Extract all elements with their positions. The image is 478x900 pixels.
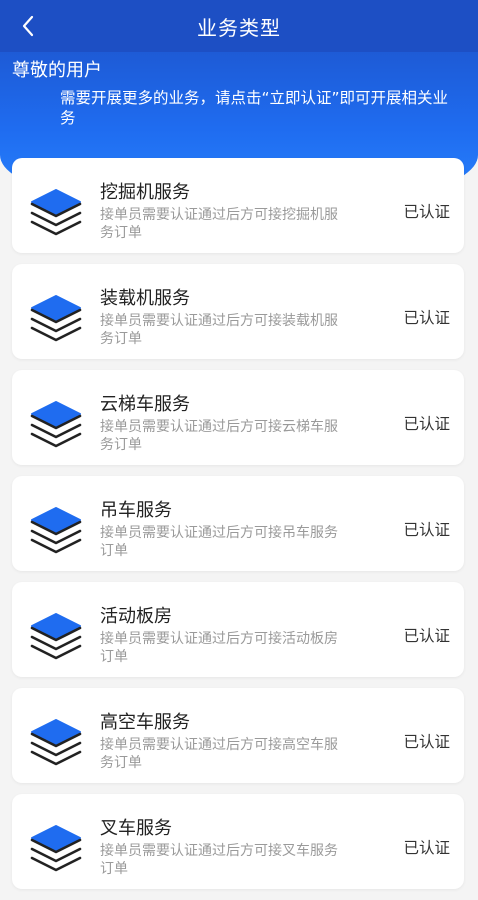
service-description: 接单员需要认证通过后方可接云梯车服务订单 [100,419,338,453]
service-title: 叉车服务 [100,818,172,839]
service-description: 接单员需要认证通过后方可接活动板房订单 [100,631,338,665]
back-button[interactable] [14,12,42,40]
certification-status: 已认证 [403,415,450,433]
layers-icon [30,719,82,766]
service-title: 吊车服务 [100,500,172,521]
service-card[interactable]: 活动板房 接单员需要认证通过后方可接活动板房订单 已认证 [12,582,464,677]
greeting-text: 尊敬的用户 [12,60,102,81]
layers-icon [30,401,82,448]
service-card[interactable]: 装载机服务 接单员需要认证通过后方可接装载机服务订单 已认证 [12,264,464,359]
service-card[interactable]: 云梯车服务 接单员需要认证通过后方可接云梯车服务订单 已认证 [12,370,464,465]
service-description: 接单员需要认证通过后方可接挖掘机服务订单 [100,207,338,241]
notice-text: 需要开展更多的业务，请点击“立即认证”即可开展相关业务 [60,89,449,127]
service-title: 云梯车服务 [100,394,190,415]
service-card[interactable]: 高空车服务 接单员需要认证通过后方可接高空车服务订单 已认证 [12,688,464,783]
layers-icon [30,295,82,342]
navbar: 业务类型 [0,0,478,52]
service-card[interactable]: 挖掘机服务 接单员需要认证通过后方可接挖掘机服务订单 已认证 [12,158,464,253]
service-description: 接单员需要认证通过后方可接叉车服务订单 [100,843,338,877]
service-description: 接单员需要认证通过后方可接吊车服务订单 [100,525,338,559]
page-title: 业务类型 [197,15,281,40]
certification-status: 已认证 [403,627,450,645]
chevron-left-icon [22,15,34,37]
service-title: 活动板房 [100,606,172,627]
certification-status: 已认证 [403,309,450,327]
layers-icon [30,613,82,660]
layers-icon [30,189,82,236]
layers-icon [30,507,82,554]
service-description: 接单员需要认证通过后方可接高空车服务订单 [100,737,338,771]
service-list: 挖掘机服务 接单员需要认证通过后方可接挖掘机服务订单 已认证 装载机服务 接单员… [12,158,464,900]
certification-status: 已认证 [403,203,450,221]
service-card[interactable]: 吊车服务 接单员需要认证通过后方可接吊车服务订单 已认证 [12,476,464,571]
service-card[interactable]: 叉车服务 接单员需要认证通过后方可接叉车服务订单 已认证 [12,794,464,889]
service-title: 装载机服务 [100,288,190,309]
certification-status: 已认证 [403,839,450,857]
certification-status: 已认证 [403,521,450,539]
layers-icon [30,825,82,872]
service-title: 高空车服务 [100,712,190,733]
service-title: 挖掘机服务 [100,182,190,203]
certification-status: 已认证 [403,733,450,751]
service-description: 接单员需要认证通过后方可接装载机服务订单 [100,313,338,347]
